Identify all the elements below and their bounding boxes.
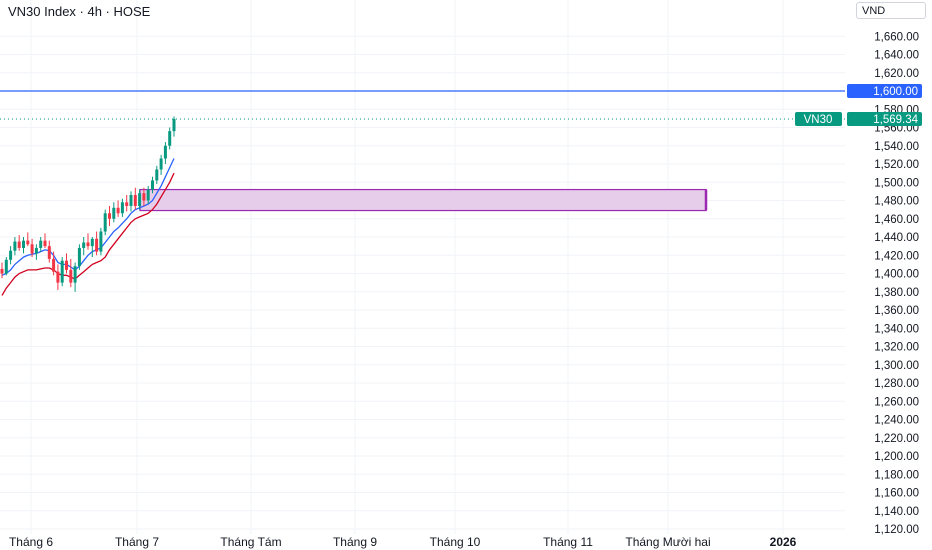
- candle-body: [43, 240, 47, 247]
- zone-layer: [139, 188, 708, 212]
- currency-selector[interactable]: VND: [856, 2, 926, 19]
- candle-body: [138, 193, 142, 206]
- blue-indicator-line: [1, 158, 175, 276]
- candle-body: [39, 240, 43, 248]
- x-tick-label: Tháng 6: [9, 535, 53, 549]
- y-tick-label: 1,140.00: [874, 506, 919, 518]
- y-tick-label: 1,220.00: [874, 433, 919, 445]
- chart-canvas[interactable]: 1,660.001,640.001,620.001,580.001,560.00…: [0, 0, 932, 550]
- y-tick-label: 1,120.00: [874, 524, 919, 536]
- x-tick-label: Tháng Mười hai: [625, 535, 710, 549]
- x-tick-label: Tháng Tám: [220, 535, 281, 549]
- candle-body: [9, 250, 13, 260]
- candle-body: [116, 207, 120, 214]
- y-tick-label: 1,200.00: [874, 451, 919, 463]
- y-tick-label: 1,540.00: [874, 141, 919, 153]
- x-tick-label: 2026: [770, 535, 797, 549]
- candle-body: [95, 238, 99, 252]
- grid: [0, 0, 845, 534]
- candle-body: [73, 266, 77, 283]
- y-tick-label: 1,500.00: [874, 177, 919, 189]
- candle-body: [103, 213, 107, 232]
- y-tick-label: 1,280.00: [874, 378, 919, 390]
- candle-body: [142, 193, 146, 201]
- y-tick-label: 1,660.00: [874, 31, 919, 43]
- level-layer: [0, 90, 845, 120]
- y-tick-label: 1,480.00: [874, 196, 919, 208]
- candle-body: [86, 242, 90, 247]
- candle-body: [26, 240, 30, 245]
- y-tick-label: 1,400.00: [874, 269, 919, 281]
- candle-body: [168, 131, 172, 146]
- candle-body: [112, 207, 116, 219]
- candle-body: [120, 202, 124, 214]
- x-tick-label: Tháng 9: [333, 535, 377, 549]
- candle-body: [69, 269, 73, 283]
- y-tick-label: 1,380.00: [874, 287, 919, 299]
- last-price-label: 1,569.34: [873, 114, 918, 126]
- y-tick-label: 1,460.00: [874, 214, 919, 226]
- candle-body: [133, 195, 137, 206]
- candle-body: [60, 260, 64, 283]
- chart-title: VN30 Index · 4h · HOSE: [8, 4, 151, 19]
- y-tick-label: 1,320.00: [874, 342, 919, 354]
- candle-body: [159, 158, 163, 170]
- x-tick-label: Tháng 7: [115, 535, 159, 549]
- candle-body: [0, 268, 4, 274]
- y-tick-label: 1,440.00: [874, 232, 919, 244]
- candle-body: [90, 238, 94, 247]
- candle-body: [155, 169, 159, 181]
- candle-body: [22, 240, 25, 248]
- candle-body: [151, 180, 154, 190]
- candle-body: [13, 241, 17, 251]
- candle-body: [34, 247, 38, 254]
- candle-body: [30, 244, 34, 254]
- supply-zone[interactable]: [139, 188, 707, 212]
- level-price-label: 1,600.00: [873, 86, 918, 98]
- chart-container[interactable]: 1,660.00 1,640.00 1,620.00 1,580.00 1,560.00…: [0, 0, 932, 550]
- y-tick-label: 1,520.00: [874, 159, 919, 171]
- candle-body: [47, 246, 51, 259]
- candle-body: [99, 231, 103, 252]
- y-tick-label: 1,300.00: [874, 360, 919, 372]
- y-tick-label: 1,640.00: [874, 50, 919, 62]
- candle-body: [17, 241, 21, 248]
- x-tick-label: Tháng 10: [430, 535, 481, 549]
- candle-body: [82, 242, 86, 248]
- candle-body: [52, 258, 56, 272]
- candle-body: [129, 195, 133, 206]
- x-tick-label: Tháng 11: [543, 535, 593, 549]
- candle-body: [146, 189, 150, 201]
- y-tick-label: 1,260.00: [874, 396, 919, 408]
- candle-body: [77, 247, 81, 267]
- y-tick-label: 1,420.00: [874, 250, 919, 262]
- series-layer: [1, 158, 175, 296]
- candle-body: [163, 145, 167, 159]
- y-tick-label: 1,180.00: [874, 469, 919, 481]
- y-tick-label: 1,340.00: [874, 323, 919, 335]
- y-tick-label: 1,160.00: [874, 488, 919, 500]
- candle-body: [56, 271, 60, 283]
- candle-body: [65, 260, 68, 270]
- candle-body: [4, 259, 8, 274]
- y-tick-label: 1,360.00: [874, 305, 919, 317]
- time-axis[interactable]: Tháng 6 Tháng 7 Tháng Tám Tháng 9 Tháng 10 Th…: [9, 535, 797, 549]
- candle-body: [108, 213, 111, 219]
- symbol-label: VN30: [804, 114, 833, 126]
- price-axis[interactable]: 1,660.001,640.001,620.001,580.001,560.00…: [845, 0, 932, 550]
- candle-body: [172, 118, 176, 132]
- y-tick-label: 1,240.00: [874, 415, 919, 427]
- candle-body: [125, 202, 129, 206]
- y-tick-label: 1,620.00: [874, 68, 919, 80]
